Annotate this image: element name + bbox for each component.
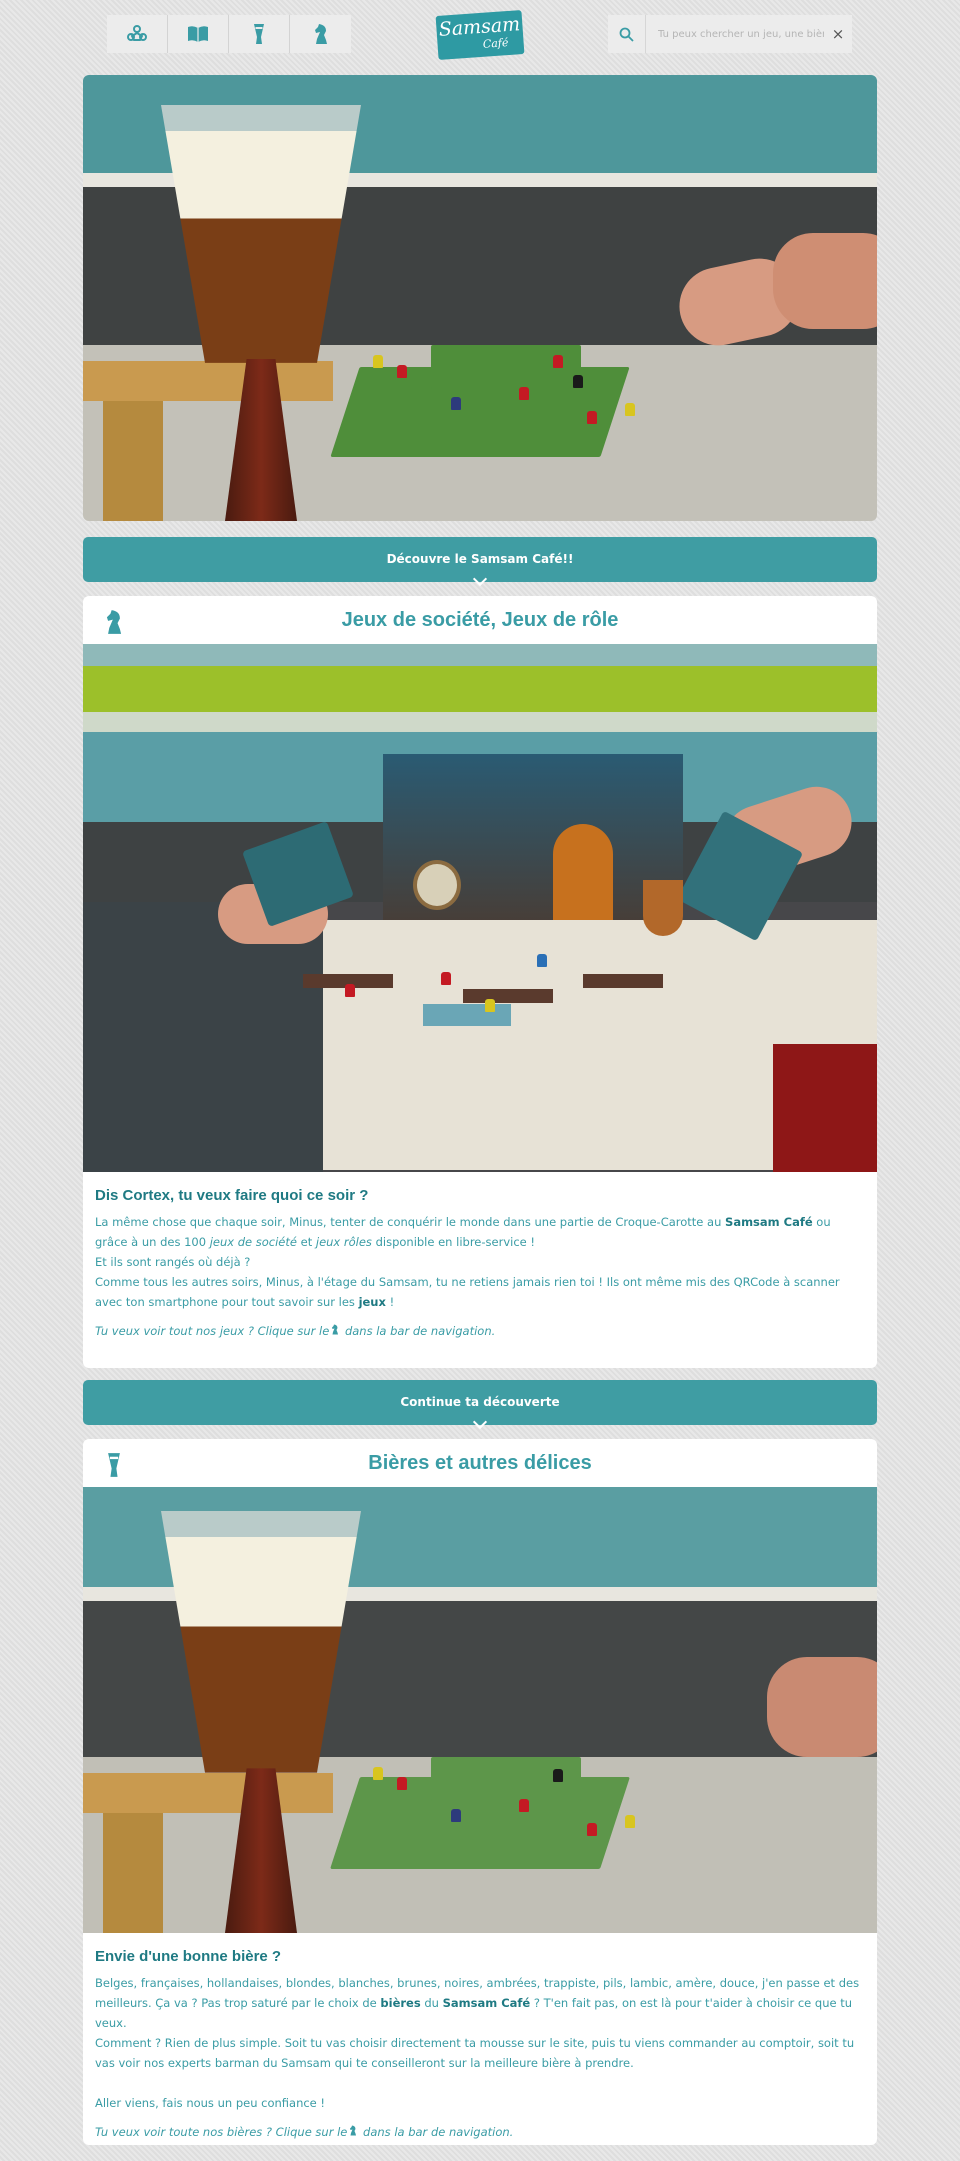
chevron-down-icon <box>472 571 488 587</box>
hero-photo <box>83 75 877 521</box>
samsam-cafe-logo[interactable]: Samsam Café <box>435 10 525 60</box>
games-link[interactable]: jeux <box>359 1295 386 1309</box>
games-heading: Dis Cortex, tu veux faire quoi ce soir ? <box>95 1187 369 1204</box>
games-card-header: Jeux de société, Jeux de rôle <box>83 596 877 644</box>
meeples-icon <box>127 25 147 41</box>
continue-banner-label: Continue ta découverte <box>400 1395 560 1409</box>
knight-icon <box>314 24 327 44</box>
search-bar: × <box>608 15 852 53</box>
knight-icon <box>332 1324 339 1335</box>
book-icon <box>188 26 208 42</box>
search-input[interactable] <box>646 16 824 52</box>
beers-link[interactable]: bières <box>380 1996 420 2010</box>
beers-photo <box>83 1487 877 1933</box>
nav-chess-button[interactable] <box>290 15 351 53</box>
games-paragraph-2: Et ils sont rangés où déjà ? <box>95 1255 251 1269</box>
beers-heading: Envie d'une bonne bière ? <box>95 1948 282 1965</box>
beers-card-title: Bières et autres délices <box>368 1452 592 1474</box>
nav-beers-button[interactable] <box>229 15 290 53</box>
beers-hint: Tu veux voir toute nos bières ? Clique s… <box>95 2125 514 2139</box>
beers-card: Bières et autres délices Envie d'une bon… <box>83 1439 877 2145</box>
games-paragraph-3: Comme tous les autres soirs, Minus, à l'… <box>95 1275 840 1309</box>
games-hint: Tu veux voir tout nos jeux ? Clique sur … <box>95 1324 496 1338</box>
chevron-down-icon <box>472 1414 488 1430</box>
search-button[interactable] <box>608 15 646 53</box>
nav-games-button[interactable] <box>107 15 168 53</box>
knight-icon <box>350 2125 357 2136</box>
knight-icon <box>106 610 122 634</box>
discover-banner[interactable]: Découvre le Samsam Café!! <box>83 537 877 587</box>
clear-search-button[interactable]: × <box>824 25 852 43</box>
beers-paragraph-2: Comment ? Rien de plus simple. Soit tu v… <box>95 2036 855 2070</box>
nav-roleplay-button[interactable] <box>168 15 229 53</box>
search-icon <box>619 27 634 42</box>
beers-paragraph-1: Belges, françaises, hollandaises, blonde… <box>95 1976 860 2030</box>
beers-card-body: Envie d'une bonne bière ? Belges, frança… <box>83 1933 877 2142</box>
games-card-body: Dis Cortex, tu veux faire quoi ce soir ?… <box>83 1172 877 1341</box>
beers-card-header: Bières et autres délices <box>83 1439 877 1487</box>
games-paragraph-1: La même chose que chaque soir, Minus, te… <box>95 1215 831 1249</box>
continue-banner[interactable]: Continue ta découverte <box>83 1380 877 1430</box>
beer-glass-icon <box>108 1453 120 1477</box>
games-photo <box>83 644 877 1172</box>
games-card-title: Jeux de société, Jeux de rôle <box>341 609 619 631</box>
beer-glass-icon <box>254 24 264 44</box>
games-card: Jeux de société, Jeux de rôle Dis Cortex… <box>83 596 877 1368</box>
discover-banner-label: Découvre le Samsam Café!! <box>386 552 574 566</box>
main-nav <box>107 15 351 53</box>
beers-paragraph-3: Aller viens, fais nous un peu confiance … <box>95 2096 326 2110</box>
